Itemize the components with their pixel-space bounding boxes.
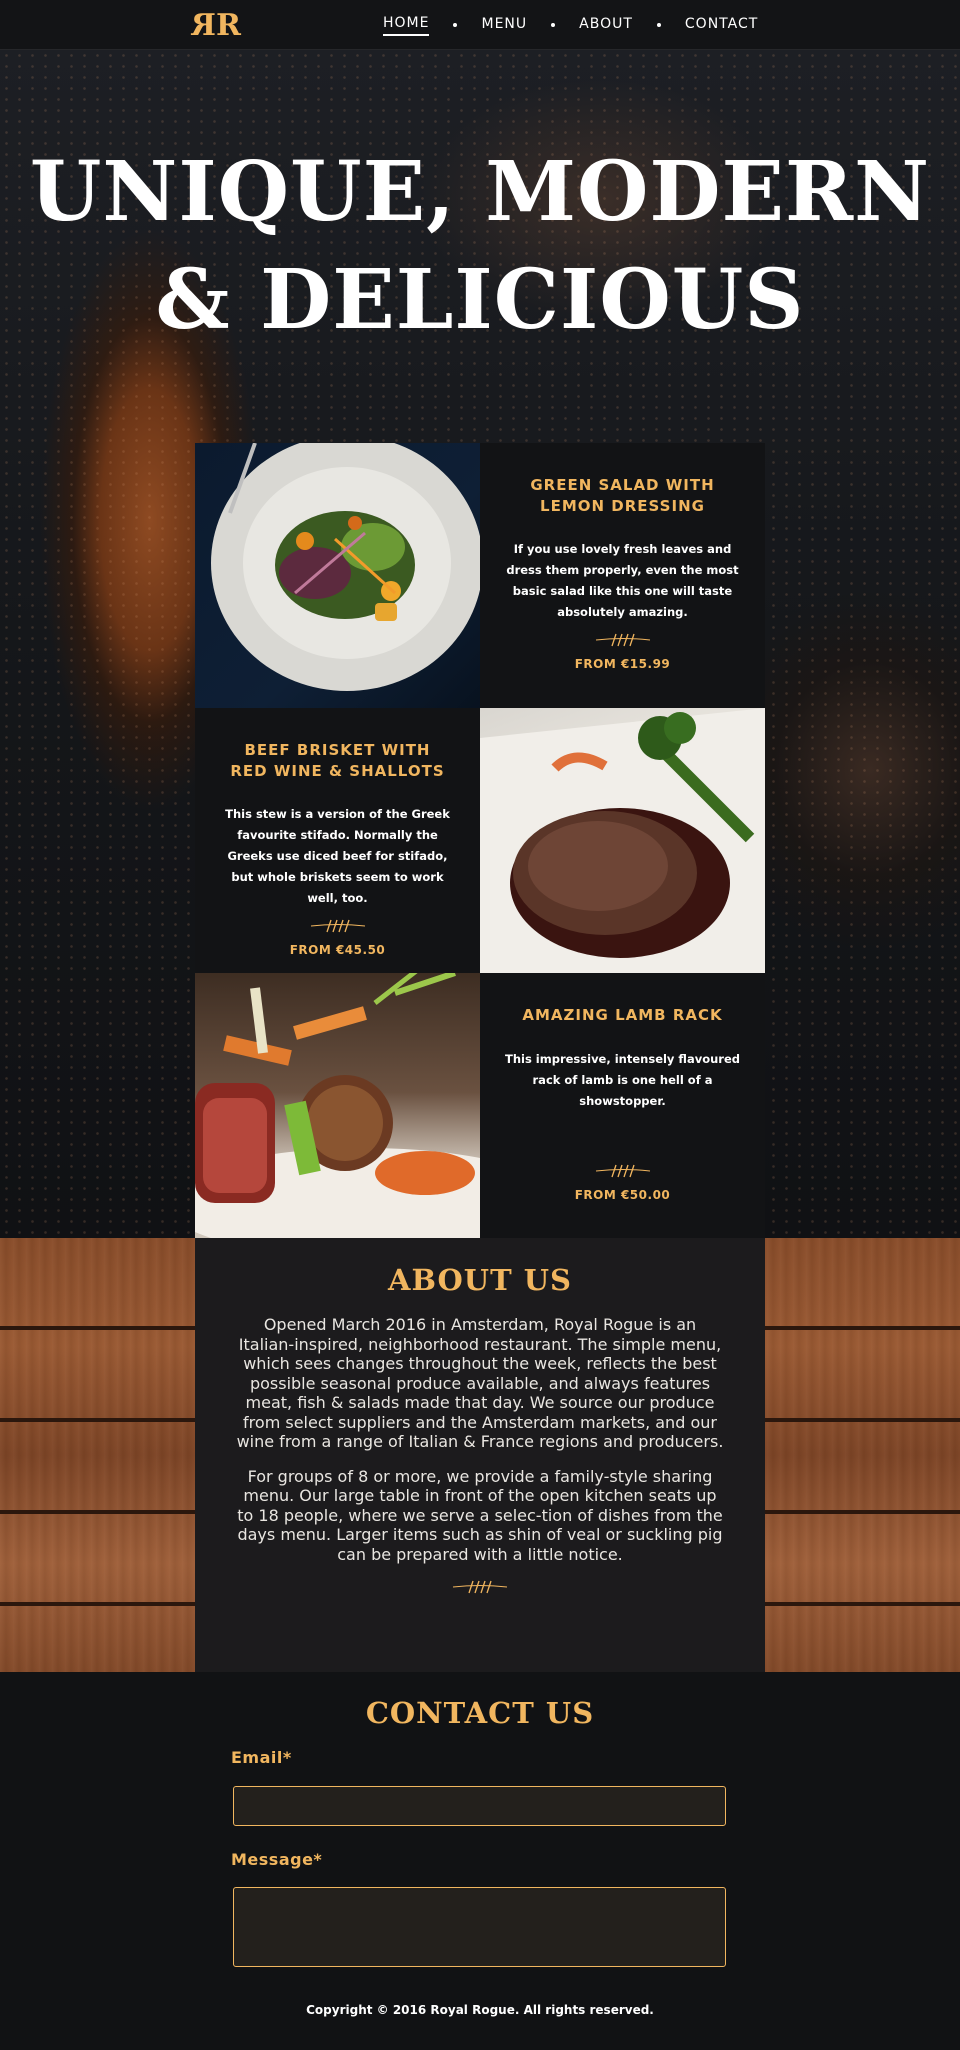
contact-title: CONTACT US: [365, 1696, 595, 1730]
nav-link-about[interactable]: ABOUT: [579, 16, 633, 35]
dish-price: FROM €45.50: [289, 943, 386, 957]
dish-description: This stew is a version of the Greek favo…: [225, 807, 450, 905]
ornament-divider-icon: [595, 633, 650, 647]
dish-price: FROM €15.99: [574, 657, 671, 671]
nav-separator-dot: [551, 23, 556, 27]
hero-title: UNIQUE, MODERN & DELICIOUS: [0, 138, 960, 354]
contact-section: CONTACT US Email* Message* Copyright © 2…: [0, 1672, 960, 2050]
menu-grid: GREEN SALAD WITH LEMON DRESSING If you u…: [195, 443, 765, 1238]
nav-separator-dot: [453, 23, 458, 27]
brisket-illustration: [480, 708, 765, 973]
nav-links: HOME MENU ABOUT CONTACT: [383, 0, 758, 50]
about-paragraph: Opened March 2016 in Amsterdam, Royal Ro…: [236, 1315, 724, 1451]
ornament-divider-icon: [452, 1580, 508, 1594]
nav-link-home[interactable]: HOME: [383, 15, 430, 36]
email-label: Email*: [231, 1748, 292, 1767]
dish-title-line: GREEN SALAD WITH: [530, 476, 715, 494]
lamb-illustration: [195, 973, 480, 1238]
menu-item-brisket: BEEF BRISKET WITH RED WINE & SHALLOTS Th…: [195, 708, 480, 973]
message-field[interactable]: [233, 1887, 726, 1967]
hero-title-line-2: & DELICIOUS: [155, 252, 805, 348]
dish-price: FROM €50.00: [574, 1188, 671, 1202]
message-label: Message*: [231, 1850, 323, 1869]
dish-title: GREEN SALAD WITH LEMON DRESSING: [530, 475, 714, 517]
salad-illustration: [211, 443, 480, 691]
salad-photo: [195, 443, 480, 708]
menu-item-salad: GREEN SALAD WITH LEMON DRESSING If you u…: [480, 443, 765, 708]
top-nav: RR HOME MENU ABOUT CONTACT: [0, 0, 960, 50]
email-field[interactable]: [233, 1786, 726, 1826]
about-paragraph: For groups of 8 or more, we provide a fa…: [237, 1466, 723, 1564]
dish-description: This impressive, intensely flavoured rac…: [504, 1052, 741, 1108]
dish-description: If you use lovely fresh leaves and dress…: [506, 542, 739, 619]
logo[interactable]: RR: [194, 8, 241, 43]
about-title: ABOUT US: [387, 1263, 572, 1297]
lamb-photo: [195, 973, 480, 1238]
dish-title: BEEF BRISKET WITH RED WINE & SHALLOTS: [230, 740, 444, 782]
dish-title-line: LEMON DRESSING: [540, 497, 705, 515]
menu-item-lamb: AMAZING LAMB RACK This impressive, inten…: [480, 973, 765, 1238]
ornament-divider-icon: [595, 1164, 650, 1178]
nav-separator-dot: [656, 23, 661, 27]
hero-title-line-1: UNIQUE, MODERN: [29, 144, 931, 240]
nav-link-contact[interactable]: CONTACT: [685, 16, 758, 35]
nav-link-menu[interactable]: MENU: [481, 16, 527, 35]
dish-title-line: BEEF BRISKET WITH: [244, 741, 431, 759]
dish-title: AMAZING LAMB RACK: [522, 1006, 723, 1024]
copyright-text: Copyright © 2016 Royal Rogue. All rights…: [306, 2003, 654, 2017]
dish-title-line: RED WINE & SHALLOTS: [230, 762, 445, 780]
brisket-photo: [480, 708, 765, 973]
ornament-divider-icon: [310, 919, 365, 933]
about-section: ABOUT US Opened March 2016 in Amsterdam,…: [195, 1238, 765, 1672]
